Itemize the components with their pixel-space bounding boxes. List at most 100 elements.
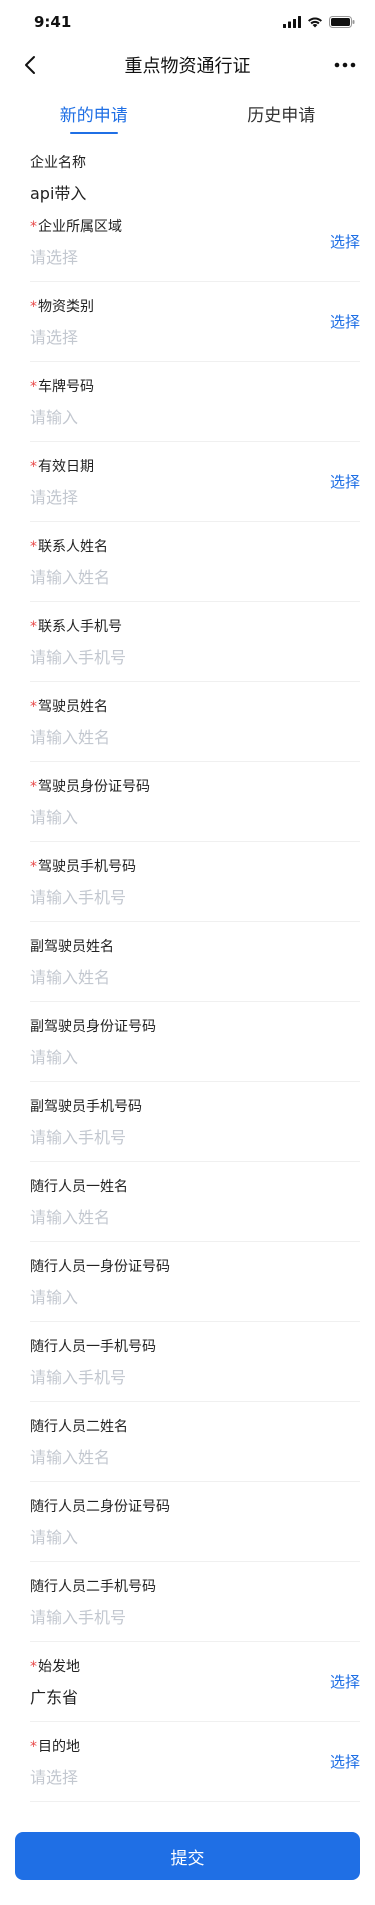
nav-bar: 重点物资通行证 [0,44,375,86]
field-input[interactable]: 请输入手机号 [30,1124,142,1148]
company-name-value: api带入 [30,184,87,203]
field-input[interactable]: 请输入手机号 [30,644,126,668]
form-field: 随行人员一身份证号码请输入 [30,1242,360,1322]
form-field: 随行人员二姓名请输入姓名 [30,1402,360,1482]
field-label-text: 驾驶员手机号码 [38,858,136,875]
field-label: 随行人员二姓名 [30,1416,128,1436]
field-input[interactable]: 请输入 [30,1044,156,1068]
tab-history-application[interactable]: 历史申请 [188,86,375,140]
field-label-text: 联系人手机号 [38,618,122,635]
required-mark: * [30,378,37,395]
field-body: 随行人员一姓名请输入姓名 [30,1176,128,1228]
application-form: 企业名称 api带入 *企业所属区域 请选择 选择 *物资类别 请选择 选择 *车牌号码 请输… [0,140,375,1802]
field-placeholder: 请选择 [30,1767,79,1787]
field-label: *企业所属区域 [30,216,122,236]
field-input[interactable]: 请输入姓名 [30,1444,128,1468]
form-field[interactable]: *目的地请选择 选择 [30,1722,360,1802]
select-link[interactable]: 选择 [330,1671,360,1692]
field-label-text: 副驾驶员姓名 [30,938,114,955]
field-body: *驾驶员手机号码请输入手机号 [30,856,136,908]
form-field[interactable]: *企业所属区域 请选择 选择 [30,202,360,282]
form-field: *驾驶员身份证号码请输入 [30,762,360,842]
field-placeholder: 请选择 [30,487,79,507]
field-input[interactable]: 请输入 [30,1284,170,1308]
field-input[interactable]: 请输入姓名 [30,1204,128,1228]
battery-icon [329,16,355,28]
field-body: *企业所属区域 请选择 [30,216,122,268]
field-label-text: 目的地 [38,1738,80,1755]
field-input[interactable]: 请输入手机号 [30,1604,156,1628]
field-input[interactable]: 请输入 [30,1524,170,1548]
wifi-icon [308,17,322,28]
form-field[interactable]: *有效日期请选择 选择 [30,442,360,522]
back-button[interactable] [16,51,44,79]
field-label: *驾驶员手机号码 [30,856,136,876]
required-mark: * [30,618,37,635]
field-input[interactable]: 请输入 [30,404,94,428]
field-input[interactable]: 请输入姓名 [30,564,110,588]
field-body: *车牌号码请输入 [30,376,94,428]
required-mark: * [30,1658,37,1675]
field-input[interactable]: 请输入手机号 [30,1364,156,1388]
form-field: 随行人员一姓名请输入姓名 [30,1162,360,1242]
field-body: *驾驶员姓名 请输入姓名 [30,696,110,748]
field-label: *目的地 [30,1736,80,1756]
field-label: *车牌号码 [30,376,94,396]
field-body: 随行人员一身份证号码请输入 [30,1256,170,1308]
field-label: 随行人员一姓名 [30,1176,128,1196]
field-label-text: 驾驶员身份证号码 [38,778,150,795]
field-label-text: 驾驶员姓名 [38,698,108,715]
field-label: *联系人手机号 [30,616,126,636]
field-label: 随行人员一身份证号码 [30,1256,170,1276]
select-link[interactable]: 选择 [330,311,360,332]
field-label-text: 副驾驶员身份证号码 [30,1018,156,1035]
more-dots-icon [334,62,356,68]
more-button[interactable] [331,51,359,79]
field-label: 随行人员二手机号码 [30,1576,156,1596]
form-field[interactable]: *始发地 广东省 选择 [30,1642,360,1722]
field-body: 随行人员二身份证号码请输入 [30,1496,170,1548]
required-mark: * [30,458,37,475]
submit-area: 提交 [15,1832,360,1880]
field-label-text: 随行人员二身份证号码 [30,1498,170,1515]
field-body: 副驾驶员手机号码 请输入手机号 [30,1096,142,1148]
select-link[interactable]: 选择 [330,231,360,252]
form-field: 随行人员二手机号码请输入手机号 [30,1562,360,1642]
form-field: 副驾驶员身份证号码请输入 [30,1002,360,1082]
select-link[interactable]: 选择 [330,1751,360,1772]
field-label-text: 联系人姓名 [38,538,108,555]
form-field[interactable]: *物资类别请选择 选择 [30,282,360,362]
form-field: *驾驶员手机号码请输入手机号 [30,842,360,922]
field-input[interactable]: 请输入 [30,804,150,828]
field-input[interactable]: 请输入手机号 [30,884,136,908]
field-label: 企业名称 [30,155,86,171]
field-label: 副驾驶员姓名 [30,936,114,956]
form-field: 副驾驶员手机号码 请输入手机号 [30,1082,360,1162]
field-label: *驾驶员身份证号码 [30,776,150,796]
field-body: *始发地 广东省 [30,1656,80,1708]
tab-bar: 新的申请 历史申请 [0,86,375,140]
status-icons [283,16,355,28]
field-input[interactable]: 请输入姓名 [30,724,110,748]
field-label-text: 随行人员二手机号码 [30,1578,156,1595]
form-field: *联系人姓名 请输入姓名 [30,522,360,602]
tab-new-application[interactable]: 新的申请 [0,86,188,140]
field-label: 随行人员一手机号码 [30,1336,156,1356]
field-label: *有效日期 [30,456,94,476]
required-mark: * [30,298,37,315]
required-mark: * [30,218,37,235]
field-placeholder: 请选择 [30,327,79,347]
field-label: *物资类别 [30,296,94,316]
field-label-text: 随行人员一姓名 [30,1178,128,1195]
form-field: 副驾驶员姓名请输入姓名 [30,922,360,1002]
field-body: 随行人员二手机号码请输入手机号 [30,1576,156,1628]
field-body: *目的地请选择 [30,1736,80,1788]
submit-button[interactable]: 提交 [15,1832,360,1880]
field-input[interactable]: 请输入姓名 [30,964,114,988]
select-link[interactable]: 选择 [330,471,360,492]
field-label: 副驾驶员身份证号码 [30,1016,156,1036]
status-time: 9:41 [34,13,72,31]
chevron-left-icon [25,56,35,74]
form-field: *驾驶员姓名 请输入姓名 [30,682,360,762]
field-body: 副驾驶员身份证号码请输入 [30,1016,156,1068]
